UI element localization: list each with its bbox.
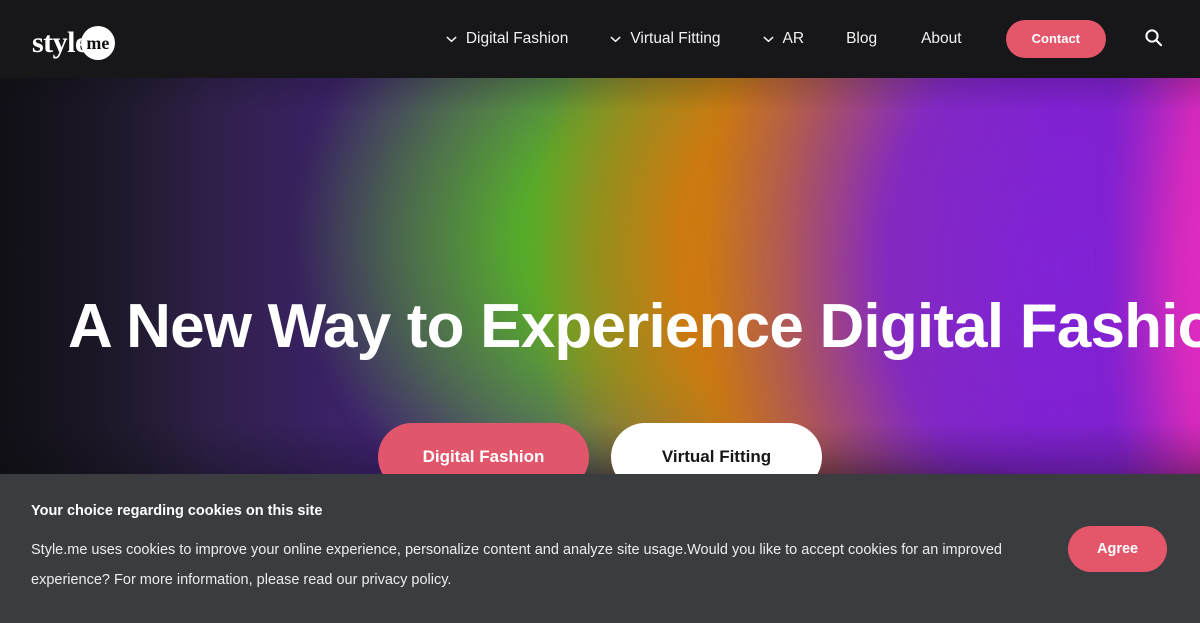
page-root: style me Digital Fashion Virtual Fitting [0,0,1200,623]
cookie-agree-button[interactable]: Agree [1068,525,1168,572]
nav-item-label: AR [782,30,805,47]
hero-action-buttons: Digital Fashion Virtual Fitting [378,423,822,474]
hero-title: A New Way to Experience Digital Fashion [68,292,1200,361]
site-header: style me Digital Fashion Virtual Fitting [0,0,1200,78]
hero-digital-fashion-button[interactable]: Digital Fashion [378,423,589,474]
logo-badge: me [80,26,115,60]
hero-virtual-fitting-button[interactable]: Virtual Fitting [611,423,822,474]
hero-section: A New Way to Experience Digital Fashion … [0,78,1200,474]
nav-item-label: Blog [846,30,878,47]
nav-item-about[interactable]: About [921,30,962,48]
search-icon [1144,28,1163,50]
logo-wordmark: style [32,26,88,59]
nav-item-label: Digital Fashion [465,30,569,47]
chevron-down-icon [446,34,457,45]
nav-item-ar[interactable]: AR [763,30,805,48]
main-nav: Digital Fashion Virtual Fitting AR Blog … [446,0,1168,78]
nav-item-blog[interactable]: Blog [846,30,877,48]
search-button[interactable] [1142,28,1164,50]
chevron-down-icon [610,34,621,45]
cookie-banner-title: Your choice regarding cookies on this si… [31,502,323,519]
nav-item-label: About [921,30,962,47]
nav-item-virtual-fitting[interactable]: Virtual Fitting [610,30,721,48]
chevron-down-icon [763,34,774,45]
nav-item-label: Virtual Fitting [630,30,721,47]
contact-button[interactable]: Contact [1005,20,1106,58]
hero-content: A New Way to Experience Digital Fashion … [0,78,1200,474]
logo[interactable]: style me [32,19,115,60]
cookie-banner-body: Style.me uses cookies to improve your on… [31,541,1002,588]
nav-item-digital-fashion[interactable]: Digital Fashion [446,30,569,48]
cookie-consent-banner: Your choice regarding cookies on this si… [0,474,1200,623]
cookie-banner-text: Your choice regarding cookies on this si… [31,503,1041,595]
